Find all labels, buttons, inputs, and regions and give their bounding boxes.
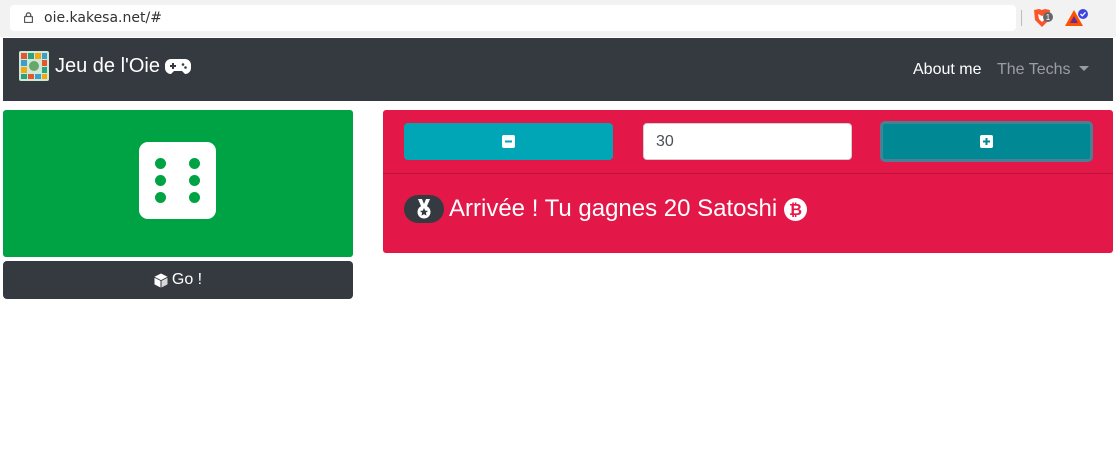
result-text: Arrivée ! Tu gagnes 20 Satoshi xyxy=(449,195,778,222)
dice-pip xyxy=(189,192,200,203)
increase-button[interactable] xyxy=(880,121,1093,162)
dice-pip xyxy=(189,158,200,169)
navbar: Jeu de l'Oie About me The Techs xyxy=(3,38,1113,101)
dice-pip xyxy=(155,158,166,169)
gamepad-icon xyxy=(165,59,191,74)
svg-text:₿: ₿ xyxy=(789,200,802,219)
decrease-button[interactable] xyxy=(404,123,613,160)
plus-square-icon xyxy=(980,135,993,148)
dice-pip xyxy=(155,192,166,203)
dice-card xyxy=(3,110,353,257)
bat-rewards-icon[interactable] xyxy=(1063,8,1089,28)
address-bar[interactable]: oie.kakesa.net/# xyxy=(10,5,1016,31)
minus-square-icon xyxy=(502,135,515,148)
caret-down-icon xyxy=(1078,66,1089,71)
quantity-input[interactable] xyxy=(643,123,852,160)
nav-dropdown-techs[interactable]: The Techs xyxy=(997,61,1089,79)
lock-icon xyxy=(24,12,33,23)
medal-icon xyxy=(417,199,431,219)
game-board-logo[interactable] xyxy=(19,51,49,81)
panel-divider xyxy=(383,173,1113,174)
brave-shield-icon[interactable]: 1 xyxy=(1031,8,1053,28)
nav-dropdown-label: The Techs xyxy=(997,61,1071,78)
dice-pip xyxy=(189,175,200,186)
game-panel: Arrivée ! Tu gagnes 20 Satoshi ₿ xyxy=(383,110,1113,253)
brand-title[interactable]: Jeu de l'Oie xyxy=(55,55,160,78)
go-button[interactable]: Go ! xyxy=(3,261,353,299)
url-text[interactable]: oie.kakesa.net/# xyxy=(44,10,162,26)
bitcoin-icon: ₿ xyxy=(784,197,808,221)
toolbar-divider xyxy=(1021,10,1022,26)
dice-pip xyxy=(155,175,166,186)
result-message: Arrivée ! Tu gagnes 20 Satoshi ₿ xyxy=(404,194,808,224)
nav-link-about[interactable]: About me xyxy=(913,61,981,79)
go-button-label: Go ! xyxy=(171,271,203,288)
dice-six-icon[interactable] xyxy=(139,142,216,219)
browser-toolbar: oie.kakesa.net/# 1 xyxy=(0,0,1116,37)
cube-icon xyxy=(154,273,168,287)
brave-badge-count: 1 xyxy=(1046,13,1051,22)
medal-badge xyxy=(404,195,444,223)
